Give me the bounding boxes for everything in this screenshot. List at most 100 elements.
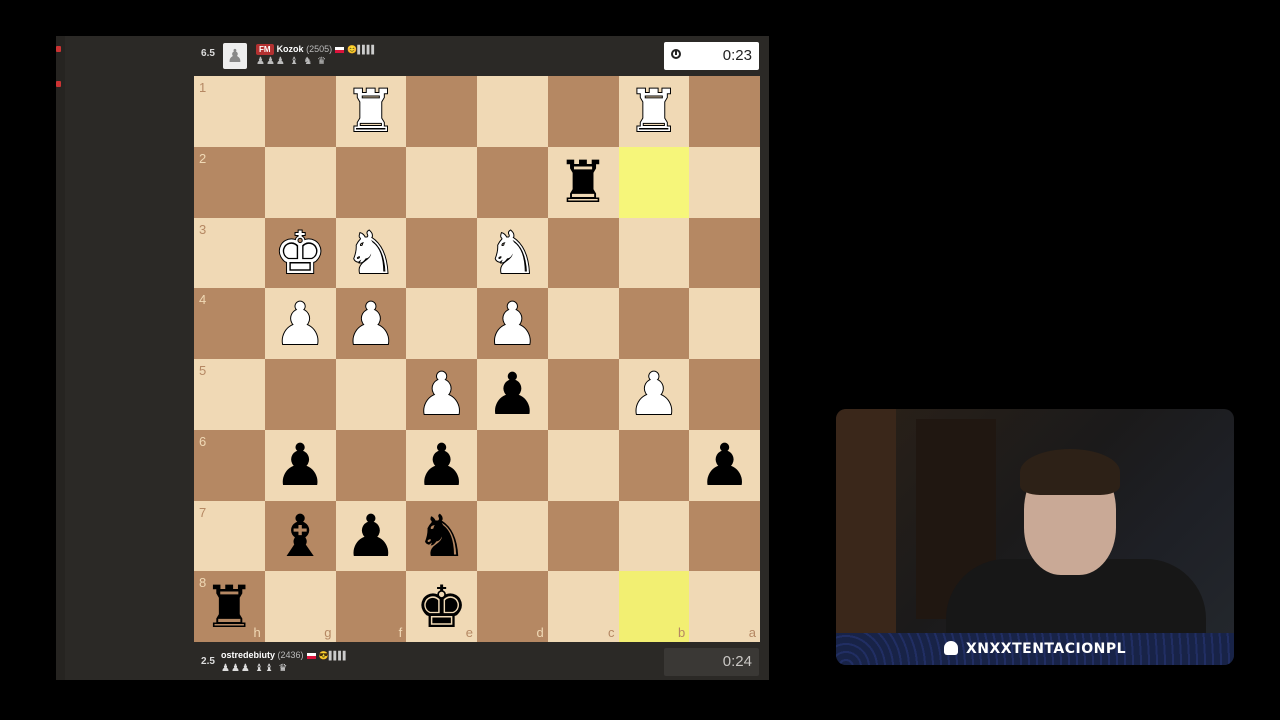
black-pawn-icon[interactable]: ♟	[345, 507, 397, 565]
file-label: e	[465, 625, 473, 640]
board-square[interactable]: 6	[194, 429, 265, 501]
player-name[interactable]: ostredebiuty	[221, 650, 275, 660]
board-square[interactable]: 4	[194, 288, 265, 359]
board-square[interactable]: g	[264, 571, 336, 642]
white-king-icon[interactable]: ♚	[273, 223, 327, 283]
avatar[interactable]: ♟	[223, 43, 247, 69]
chess-board[interactable]: 1 ♜ ♜ 2 ♜ 3 ♚ ♞ ♞ 4 ♟ ♟ ♟ 5 ♟ ♟ ♟ 6 ♟ ♟ ♟ 7 ♝ ♟ ♞ 8 h ♜ g f e ♚ d c b a	[194, 76, 760, 642]
board-square[interactable]: ♝	[264, 500, 336, 572]
board-square[interactable]: ♞	[335, 217, 407, 289]
board-square[interactable]	[689, 76, 760, 147]
board-square[interactable]	[689, 500, 760, 572]
board-square[interactable]	[618, 288, 690, 359]
board-square[interactable]: ♜	[618, 76, 690, 147]
board-square[interactable]: ♟	[264, 288, 336, 359]
black-pawn-icon[interactable]: ♟	[416, 436, 468, 494]
white-pawn-icon[interactable]: ♟	[344, 294, 398, 354]
board-square[interactable]	[689, 217, 760, 289]
board-square[interactable]: ♟	[477, 359, 548, 430]
board-square[interactable]	[477, 76, 548, 147]
board-square[interactable]	[335, 359, 407, 430]
white-rook-icon[interactable]: ♜	[344, 81, 398, 141]
white-pawn-icon[interactable]: ♟	[485, 294, 539, 354]
board-square[interactable]: 7	[194, 500, 265, 572]
file-label: a	[748, 625, 756, 640]
board-square[interactable]	[406, 288, 477, 359]
black-pawn-icon[interactable]: ♟	[699, 436, 751, 494]
board-square[interactable]	[264, 76, 336, 147]
file-label: h	[253, 625, 261, 640]
board-square[interactable]: ♜	[335, 76, 407, 147]
board-square[interactable]: ♟	[406, 359, 477, 430]
connection-indicator: 😎 ▌▌▌▌	[318, 651, 349, 660]
board-square[interactable]	[618, 146, 690, 218]
board-square[interactable]	[335, 146, 407, 218]
file-label: f	[398, 625, 403, 640]
board-square[interactable]	[547, 359, 619, 430]
black-knight-icon[interactable]: ♞	[416, 507, 468, 565]
rank-label: 2	[199, 150, 207, 166]
board-square[interactable]	[406, 146, 477, 218]
board-square[interactable]: ♟	[689, 429, 760, 501]
match-score: 2.5	[201, 656, 215, 667]
player-name[interactable]: Kozok	[277, 44, 304, 54]
board-square[interactable]: ♟	[477, 288, 548, 359]
board-square[interactable]	[477, 500, 548, 572]
board-square[interactable]	[477, 146, 548, 218]
board-square[interactable]: f	[335, 571, 407, 642]
board-square[interactable]: b	[618, 571, 690, 642]
white-knight-icon[interactable]: ♞	[485, 223, 539, 283]
black-bishop-icon[interactable]: ♝	[274, 507, 326, 565]
poland-flag-icon	[306, 652, 316, 659]
board-square[interactable]	[547, 288, 619, 359]
board-square[interactable]: 5	[194, 359, 265, 430]
board-square[interactable]: ♚	[264, 217, 336, 289]
board-square[interactable]: ♞	[477, 217, 548, 289]
black-rook-icon[interactable]: ♜	[203, 578, 255, 636]
rank-label: 7	[199, 504, 207, 520]
board-square[interactable]	[689, 359, 760, 430]
board-square[interactable]: c	[547, 571, 619, 642]
white-pawn-icon[interactable]: ♟	[415, 364, 469, 424]
board-square[interactable]	[618, 500, 690, 572]
white-knight-icon[interactable]: ♞	[344, 223, 398, 283]
black-pawn-icon[interactable]: ♟	[486, 365, 538, 423]
board-square[interactable]	[264, 359, 336, 430]
board-square[interactable]: d	[477, 571, 548, 642]
board-square[interactable]: 8 h ♜	[194, 571, 265, 642]
board-square[interactable]: a	[689, 571, 760, 642]
board-square[interactable]	[618, 217, 690, 289]
board-square[interactable]	[547, 429, 619, 501]
board-square[interactable]	[689, 288, 760, 359]
board-square[interactable]: ♟	[335, 500, 407, 572]
board-square[interactable]	[618, 429, 690, 501]
board-square[interactable]: ♟	[618, 359, 690, 430]
board-square[interactable]: 3	[194, 217, 265, 289]
board-square[interactable]	[547, 500, 619, 572]
top-player-clock: 0:23	[664, 42, 759, 70]
black-king-icon[interactable]: ♚	[416, 578, 468, 636]
board-square[interactable]	[689, 146, 760, 218]
board-square[interactable]: ♜	[547, 146, 619, 218]
board-square[interactable]	[406, 217, 477, 289]
board-square[interactable]: ♟	[406, 429, 477, 501]
board-square[interactable]	[547, 76, 619, 147]
board-square[interactable]	[547, 217, 619, 289]
black-pawn-icon[interactable]: ♟	[274, 436, 326, 494]
board-square[interactable]: 2	[194, 146, 265, 218]
board-square[interactable]	[335, 429, 407, 501]
board-square[interactable]: e ♚	[406, 571, 477, 642]
rank-label: 4	[199, 292, 207, 308]
board-square[interactable]: ♟	[264, 429, 336, 501]
board-square[interactable]: ♞	[406, 500, 477, 572]
black-rook-icon[interactable]: ♜	[557, 153, 609, 211]
board-square[interactable]	[264, 146, 336, 218]
board-square[interactable]	[406, 76, 477, 147]
board-square[interactable]: 1	[194, 76, 265, 147]
white-pawn-icon[interactable]: ♟	[273, 294, 327, 354]
board-square[interactable]	[477, 429, 548, 501]
board-square[interactable]: ♟	[335, 288, 407, 359]
white-pawn-icon[interactable]: ♟	[627, 364, 681, 424]
white-rook-icon[interactable]: ♜	[627, 81, 681, 141]
clock-icon	[671, 49, 681, 59]
